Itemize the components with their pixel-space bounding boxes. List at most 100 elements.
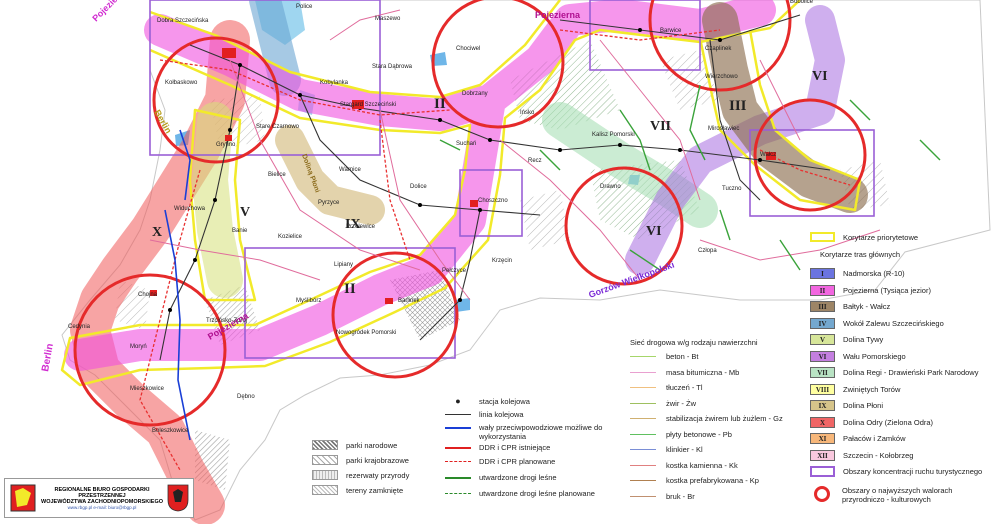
- place-label: Widuchowa: [174, 206, 206, 212]
- legend-corridor-name: Dolina Odry (Zielona Odra): [843, 417, 934, 427]
- legend-road-swatch: [630, 371, 656, 373]
- legend-corridor-name: Nadmorska (R-10): [843, 269, 905, 278]
- legend-road-row: żwir - Żw: [630, 399, 696, 408]
- legend-rail-row: ● stacja kolejowa: [445, 397, 619, 407]
- place-label: Drawno: [600, 184, 621, 190]
- legend-road-row: beton - Bt: [630, 352, 699, 361]
- legend-rail-swatch: [445, 447, 471, 449]
- legend-corridors-title: Korytarze tras głównych: [820, 250, 901, 259]
- legend-corridor-name: Szczecin - Kołobrzeg: [843, 450, 914, 460]
- legend-corridor-code: II: [810, 284, 835, 296]
- legend-road-row: tłuczeń - Tl: [630, 383, 703, 392]
- legend-corridor-code: VIII: [810, 383, 835, 395]
- legend-corridor-code: IV: [810, 317, 835, 329]
- place-label: Czaplinek: [705, 46, 732, 52]
- legend-concentration-row: Obszary koncentracji ruchu turystycznego: [810, 466, 982, 477]
- legend-corridor-code: XI: [810, 433, 835, 444]
- legend-road-swatch: [630, 464, 656, 466]
- place-label: Wierzchowo: [705, 74, 738, 80]
- place-label: Dębno: [237, 394, 255, 400]
- legend-priority-row: Korytarze priorytetowe: [810, 232, 918, 242]
- legend-corridor-code: VI: [810, 350, 835, 362]
- legend-road-label: kostka prefabrykowana - Kp: [666, 476, 759, 485]
- legend-road-swatch: [630, 418, 656, 419]
- corridor-label: VI: [812, 69, 828, 84]
- place-label: Lipiany: [334, 262, 353, 268]
- legend-road-swatch: [630, 495, 656, 497]
- place-label: Barlinek: [398, 298, 421, 304]
- legend-road-swatch: [630, 480, 656, 481]
- legend-road-label: masa bitumiczna - Mb: [666, 367, 740, 377]
- legend-corridor-name: Dolina Tywy: [843, 335, 884, 344]
- legend-rail-row: linia kolejowa: [445, 410, 619, 419]
- legend-area-label: parki krajobrazowe: [346, 455, 409, 465]
- legend-road-label: płyty betonowe - Pb: [666, 429, 732, 439]
- legend-road-row: stabilizacja żwirem lub żużlem - Gz: [630, 414, 783, 423]
- legend-corridor-code: V: [810, 334, 835, 345]
- legend-corridor-row: VI Wału Pomorskiego: [810, 350, 906, 362]
- place-label: Boleszkowice: [152, 428, 189, 434]
- legend-corridor-name: Zwiniętych Torów: [843, 384, 901, 394]
- legend-corridor-code: I: [810, 268, 835, 279]
- place-label: Kozielice: [278, 234, 303, 240]
- legend-road-swatch: [630, 387, 656, 388]
- place-label: Barwice: [660, 28, 682, 34]
- place-label: Myślibórz: [296, 298, 321, 304]
- legend-value-row: Obszary o najwyższych walorach przyrodni…: [810, 486, 972, 504]
- place-label: Ińsko: [520, 110, 535, 116]
- legend-road-label: tłuczeń - Tl: [666, 383, 703, 392]
- concentration-swatch: [810, 466, 835, 477]
- legend-priority-label: Korytarze priorytetowe: [843, 232, 919, 242]
- place-label: Krzęcin: [492, 258, 512, 264]
- legend-road-row: bruk - Br: [630, 492, 695, 501]
- legend-area-row: parki narodowe: [312, 440, 397, 450]
- legend-area-row: rezerwaty przyrody: [312, 470, 409, 480]
- place-label: Pełczyce: [442, 268, 467, 274]
- legend-corridor-row: III Bałtyk - Wałcz: [810, 301, 890, 312]
- place-label: Tuczno: [722, 186, 742, 192]
- legend-area-label: parki narodowe: [346, 440, 398, 450]
- legend-road-row: klinkier - Kl: [630, 445, 703, 454]
- legend-corridor-row: X Dolina Odry (Zielona Odra): [810, 416, 934, 428]
- legend-corridor-code: XII: [810, 449, 835, 461]
- place-label: Bielice: [268, 172, 286, 178]
- place-label: Wałcz: [760, 152, 776, 158]
- place-label: Bobolice: [790, 0, 814, 5]
- place-label: Maszewo: [375, 16, 401, 22]
- legend-corridor-row: VII Dolina Regi - Drawieński Park Narodow…: [810, 367, 978, 378]
- legend-rail-label: DDR i CPR istniejące: [479, 443, 551, 452]
- legend-area-row: parki krajobrazowe: [312, 455, 409, 465]
- place-label: Recz: [528, 158, 542, 164]
- place-label: Stargard Szczeciński: [340, 102, 396, 108]
- place-label: Człopa: [698, 248, 717, 254]
- legend-rail: ● stacja kolejowa linia kolejowa wały przec…: [445, 395, 625, 510]
- legend-corridor-row: I Nadmorska (R-10): [810, 268, 905, 279]
- corridor-label: III: [729, 98, 747, 114]
- legend-road-swatch: [630, 433, 656, 435]
- corridor-label: VI: [646, 224, 662, 239]
- legend-area-swatch: [312, 470, 338, 480]
- legend-rail-label: utwardzone drogi leśne planowane: [479, 489, 595, 498]
- place-label: Banie: [232, 228, 248, 234]
- place-label: Chociwel: [456, 46, 480, 52]
- legend-corridor-code: III: [810, 301, 835, 312]
- legend-road-label: stabilizacja żwirem lub żużlem - Gz: [666, 414, 783, 423]
- legend-corridor-row: IX Dolina Płoni: [810, 400, 883, 411]
- place-label: Nowogródek Pomorski: [336, 330, 396, 336]
- legend-corridor-name: Wału Pomorskiego: [843, 351, 906, 361]
- edge-label: Berlin: [40, 343, 56, 373]
- legend-area-swatch: [312, 455, 338, 465]
- place-label: Mieszkowice: [130, 386, 165, 392]
- legend-area-swatch: [312, 485, 338, 495]
- corridor-label: IX: [345, 217, 361, 232]
- place-label: Warnice: [339, 167, 361, 173]
- place-label: Gryfino: [216, 142, 236, 148]
- rbgp-emblem-icon: [10, 484, 36, 512]
- corridor-label: II: [434, 96, 446, 112]
- legend-corridor-name: Bałtyk - Wałcz: [843, 302, 891, 311]
- legend-corridor-row: XII Szczecin - Kołobrzeg: [810, 449, 914, 461]
- legend-rail-label: linia kolejowa: [479, 410, 524, 419]
- legend-concentration-label: Obszary koncentracji ruchu turystycznego: [843, 467, 983, 476]
- legend-corridor-row: V Dolina Tywy: [810, 334, 883, 345]
- legend-corridor-name: Dolina Płoni: [843, 401, 884, 410]
